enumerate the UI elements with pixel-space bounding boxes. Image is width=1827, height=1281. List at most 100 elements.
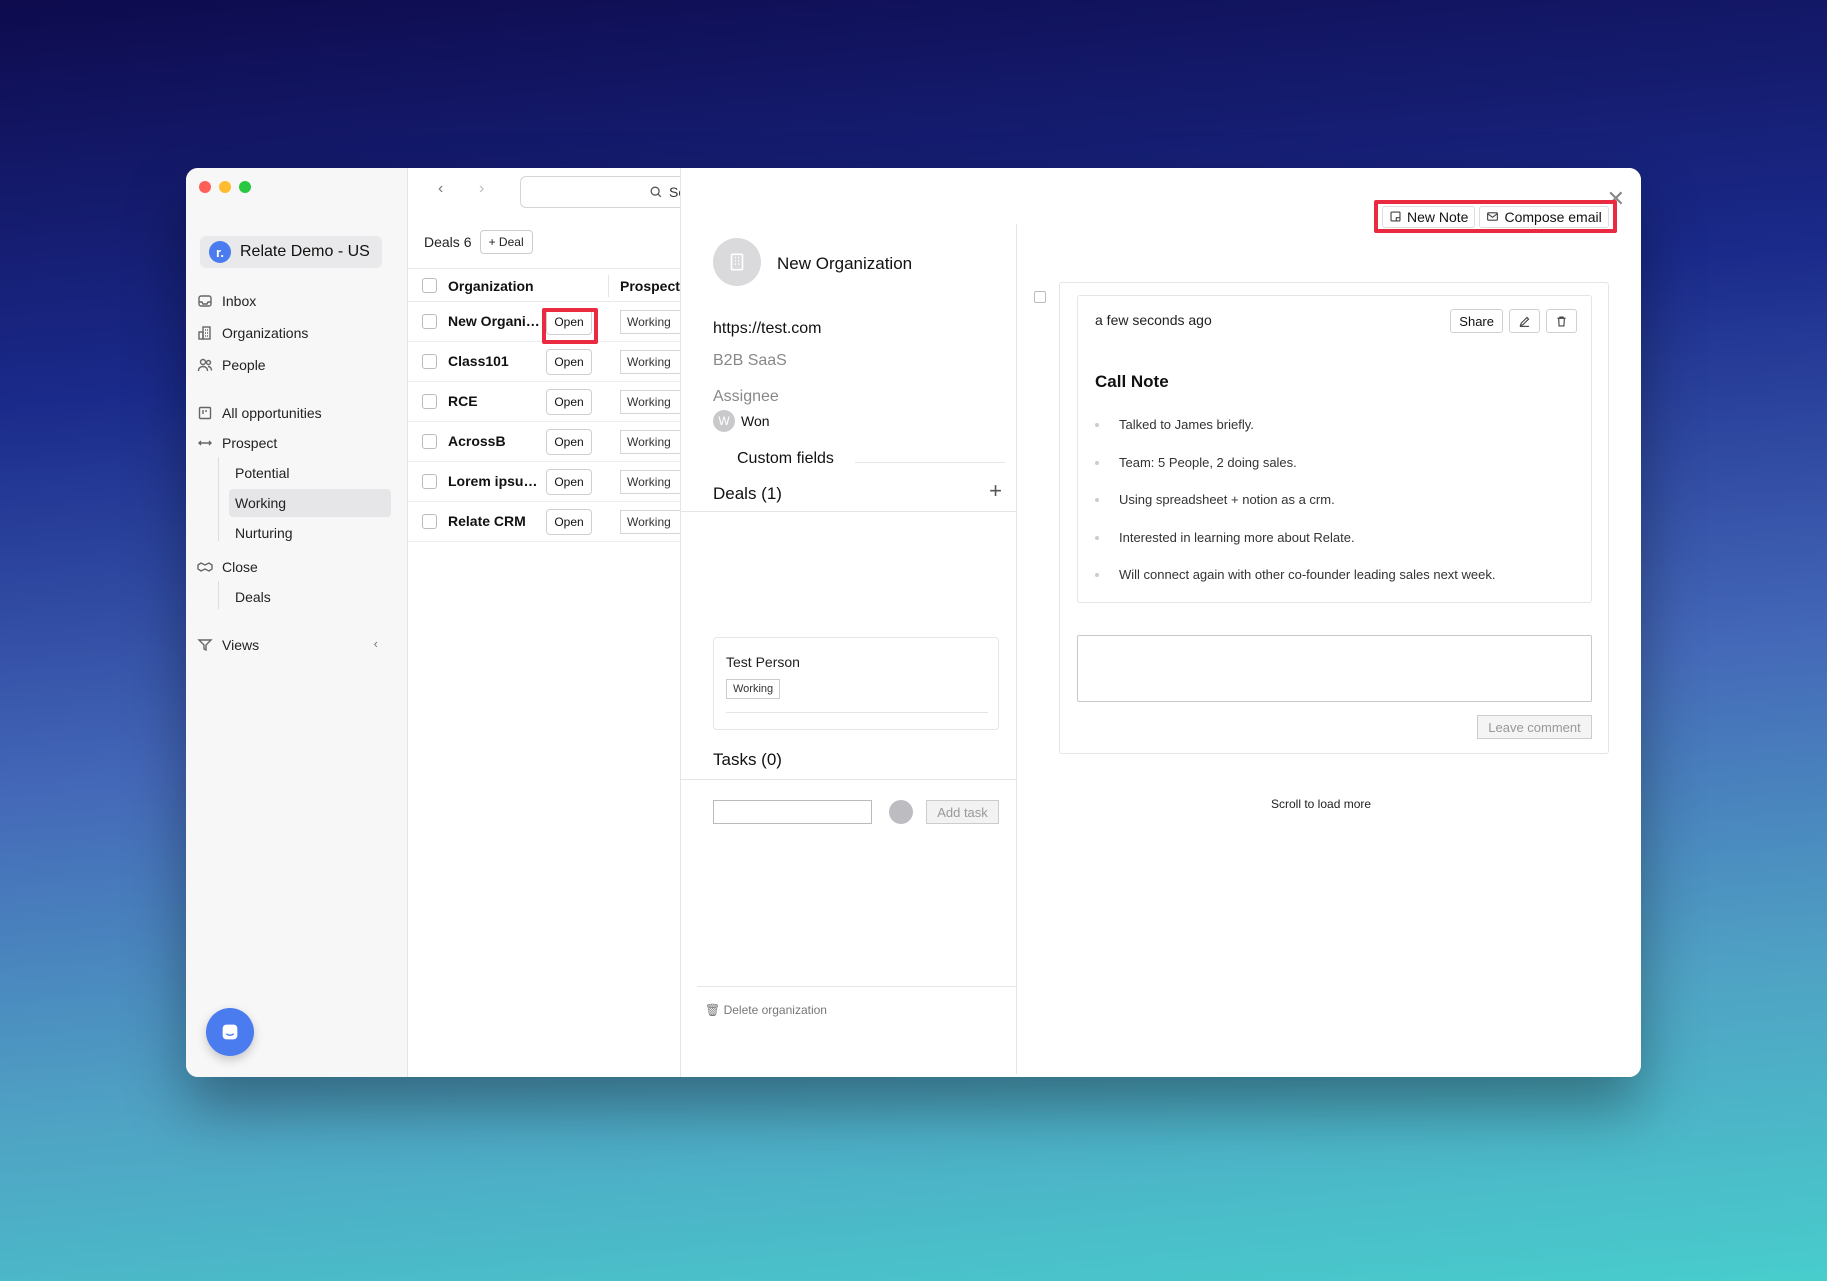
sidebar-item-inbox[interactable]: Inbox bbox=[196, 287, 382, 315]
divider bbox=[855, 462, 1005, 463]
stage-tag: Working bbox=[620, 310, 680, 334]
deals-count: 6 bbox=[463, 234, 472, 250]
back-arrow-icon[interactable]: ‹ bbox=[438, 180, 443, 198]
workspace-switcher[interactable]: r. Relate Demo - US bbox=[200, 236, 382, 268]
edit-note-button[interactable] bbox=[1509, 309, 1540, 333]
board-icon bbox=[196, 404, 214, 422]
row-checkbox[interactable] bbox=[422, 514, 437, 529]
deals-label: Deals bbox=[424, 234, 460, 250]
add-task-button[interactable]: Add task bbox=[926, 800, 999, 824]
organization-category[interactable]: B2B SaaS bbox=[713, 352, 787, 370]
sidebar-item-people[interactable]: People bbox=[196, 351, 382, 379]
add-deal-button[interactable]: + Deal bbox=[479, 230, 533, 254]
sidebar-item-label: Organizations bbox=[222, 325, 309, 341]
edit-icon bbox=[1519, 316, 1530, 327]
sidebar-item-organizations[interactable]: Organizations bbox=[196, 319, 382, 347]
new-note-label: New Note bbox=[1407, 208, 1469, 225]
sidebar-item-nurturing[interactable]: Nurturing bbox=[229, 519, 389, 547]
sidebar-item-prospect[interactable]: Prospect bbox=[196, 429, 382, 457]
open-button[interactable]: Open bbox=[546, 429, 592, 455]
task-input[interactable] bbox=[713, 800, 872, 824]
sidebar-item-deals[interactable]: Deals bbox=[229, 583, 389, 611]
row-name: AcrossB bbox=[448, 433, 506, 449]
sidebar: r. Relate Demo - US Inbox Organizations … bbox=[186, 168, 408, 1077]
column-header-prospect[interactable]: Prospect bbox=[620, 278, 680, 294]
deal-stage-tag: Working bbox=[726, 679, 781, 699]
row-checkbox[interactable] bbox=[422, 434, 437, 449]
row-name: Relate CRM bbox=[448, 513, 526, 529]
sidebar-item-close[interactable]: Close bbox=[196, 553, 382, 581]
workspace-name: Relate Demo - US bbox=[240, 243, 370, 260]
new-note-button[interactable]: New Note bbox=[1382, 205, 1476, 228]
deals-list-panel: ‹ › Se Deals 6 + Deal Organization Prosp… bbox=[408, 168, 681, 1077]
open-button[interactable]: Open bbox=[546, 509, 592, 535]
mail-icon bbox=[1487, 212, 1499, 221]
deal-card[interactable]: Test Person Working bbox=[713, 637, 999, 730]
search-placeholder: Se bbox=[669, 184, 680, 200]
row-checkbox[interactable] bbox=[422, 474, 437, 489]
organization-url[interactable]: https://test.com bbox=[713, 320, 821, 338]
delete-organization-button[interactable]: 🗑 Delete organization bbox=[705, 1003, 827, 1017]
organization-name[interactable]: New Organization bbox=[777, 254, 912, 274]
row-checkbox[interactable] bbox=[422, 314, 437, 329]
add-deal-icon[interactable]: + bbox=[989, 478, 1002, 504]
search-input[interactable]: Se bbox=[520, 176, 680, 208]
table-row[interactable]: AcrossB Open Working bbox=[408, 422, 680, 462]
close-window-button[interactable] bbox=[199, 181, 211, 193]
share-button[interactable]: Share bbox=[1450, 309, 1503, 333]
table-header: Organization Prospect bbox=[408, 268, 680, 302]
sub-nav-line bbox=[218, 581, 219, 609]
note-actions: Share bbox=[1450, 309, 1577, 333]
compose-email-button[interactable]: Compose email bbox=[1479, 205, 1609, 228]
chat-support-button[interactable] bbox=[206, 1008, 254, 1056]
sidebar-item-potential[interactable]: Potential bbox=[229, 459, 389, 487]
row-checkbox[interactable] bbox=[422, 394, 437, 409]
trash-icon bbox=[1557, 315, 1566, 327]
window-controls bbox=[199, 181, 251, 193]
task-assignee-avatar[interactable] bbox=[889, 800, 913, 824]
note-feed-icon bbox=[1034, 291, 1046, 303]
divider bbox=[681, 511, 1017, 512]
assignee-value[interactable]: W Won bbox=[713, 410, 770, 432]
minimize-window-button[interactable] bbox=[219, 181, 231, 193]
compose-email-label: Compose email bbox=[1504, 208, 1602, 225]
row-checkbox[interactable] bbox=[422, 354, 437, 369]
column-header-organization[interactable]: Organization bbox=[448, 278, 534, 294]
leave-comment-button[interactable]: Leave comment bbox=[1477, 715, 1592, 739]
note-title: Call Note bbox=[1095, 372, 1169, 391]
table-row[interactable]: RCE Open Working bbox=[408, 382, 680, 422]
open-button[interactable]: Open bbox=[546, 469, 592, 495]
delete-note-button[interactable] bbox=[1546, 309, 1577, 333]
divider bbox=[697, 986, 1017, 987]
chevron-left-icon[interactable]: ‹ bbox=[374, 636, 378, 651]
tasks-section-title: Tasks (0) bbox=[713, 750, 782, 769]
table-row[interactable]: Class101 Open Working bbox=[408, 342, 680, 382]
stage-tag: Working bbox=[620, 350, 680, 374]
note-card: a few seconds ago Share Call Note Talked… bbox=[1077, 295, 1592, 603]
custom-fields-label[interactable]: Custom fields bbox=[737, 450, 834, 468]
sidebar-item-views[interactable]: Views ‹ bbox=[196, 631, 382, 659]
organization-avatar bbox=[713, 238, 761, 286]
sub-nav-line bbox=[218, 457, 219, 541]
open-button[interactable]: Open bbox=[546, 349, 592, 375]
stage-tag: Working bbox=[620, 430, 680, 454]
sidebar-item-label: Inbox bbox=[222, 293, 257, 309]
comment-input[interactable] bbox=[1077, 635, 1592, 702]
select-all-checkbox[interactable] bbox=[422, 278, 437, 293]
handshake-icon bbox=[196, 558, 214, 576]
row-name: New Organiz... bbox=[448, 313, 544, 329]
table-row[interactable]: Relate CRM Open Working bbox=[408, 502, 680, 542]
app-window: r. Relate Demo - US Inbox Organizations … bbox=[186, 168, 1641, 1077]
sidebar-item-working[interactable]: Working bbox=[229, 489, 391, 517]
scroll-to-load-more: Scroll to load more bbox=[1271, 797, 1372, 811]
open-button[interactable]: Open bbox=[546, 389, 592, 415]
sidebar-item-label: People bbox=[222, 357, 266, 373]
maximize-window-button[interactable] bbox=[239, 181, 251, 193]
organization-info-column: New Organization https://test.com B2B Sa… bbox=[681, 224, 1017, 1074]
building-icon bbox=[196, 324, 214, 342]
forward-arrow-icon[interactable]: › bbox=[479, 180, 484, 198]
chat-icon bbox=[222, 1024, 238, 1040]
table-row[interactable]: Lorem ipsum ... Open Working bbox=[408, 462, 680, 502]
sidebar-item-label: All opportunities bbox=[222, 405, 322, 421]
sidebar-item-all-opportunities[interactable]: All opportunities bbox=[196, 399, 382, 427]
